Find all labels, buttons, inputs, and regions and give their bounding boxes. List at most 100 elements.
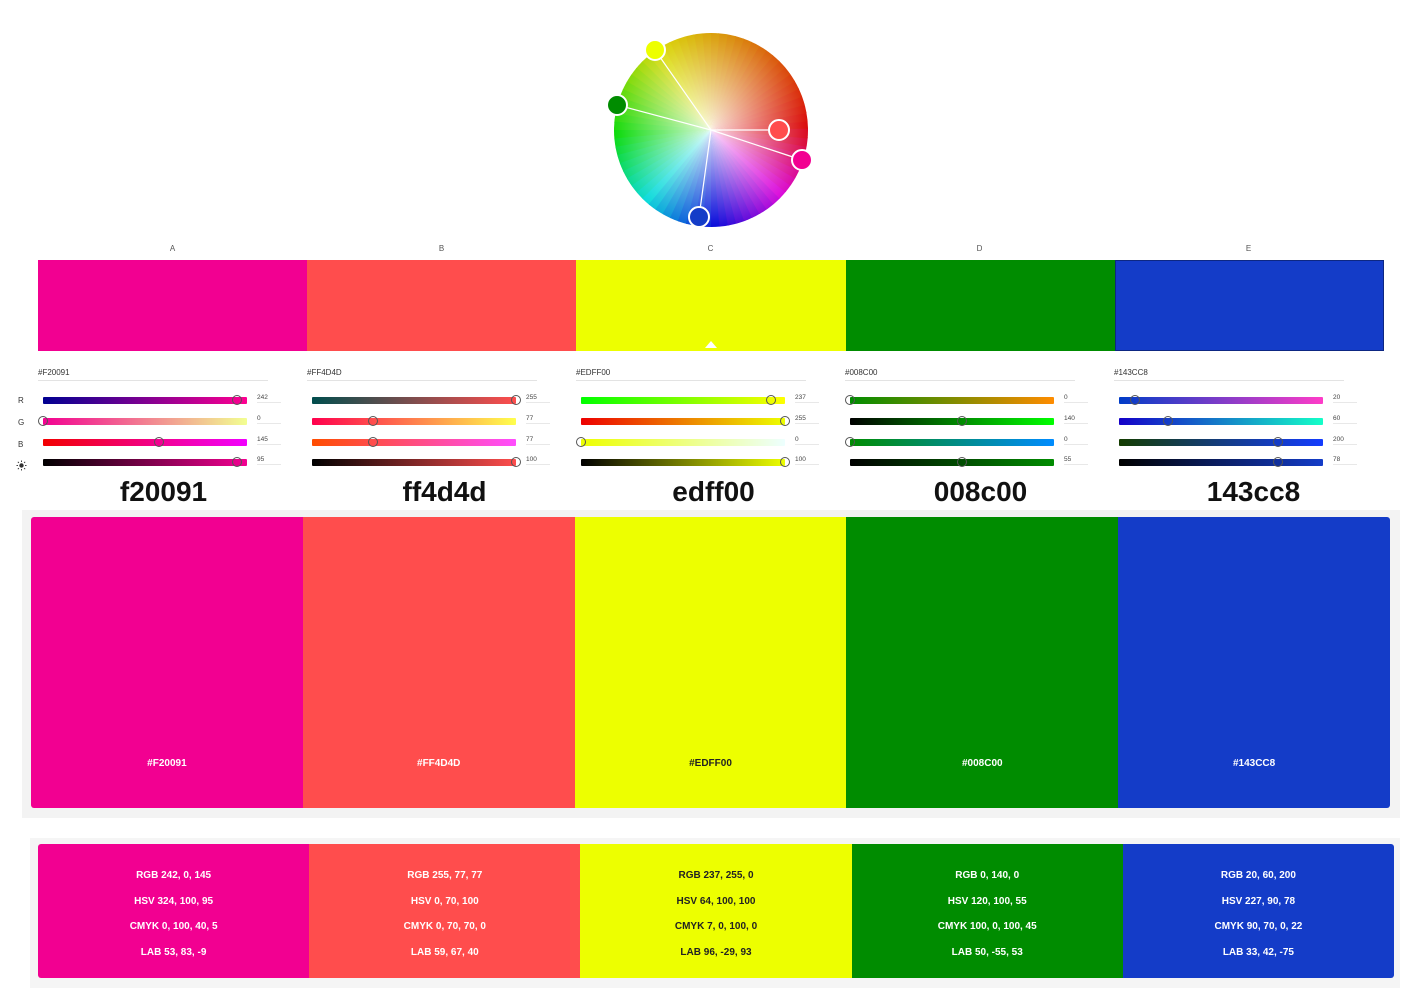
slider-thumb[interactable] xyxy=(780,416,790,426)
r-value-input[interactable]: 237 xyxy=(795,394,819,403)
b-value-input[interactable]: 0 xyxy=(795,436,819,445)
color-editor-c: #EDFF00 237 255 0 100 xyxy=(576,366,836,476)
r-slider[interactable] xyxy=(312,395,521,405)
hex-input[interactable]: #F20091 xyxy=(38,366,268,381)
wheel-handle-d[interactable] xyxy=(606,94,628,116)
swatch-a[interactable] xyxy=(38,260,308,351)
wheel-handle-e[interactable] xyxy=(688,206,710,228)
row-label-r: R xyxy=(18,396,24,405)
g-value-input[interactable]: 140 xyxy=(1064,415,1088,424)
palette-color-e[interactable]: #143CC8 xyxy=(1118,517,1390,808)
cmyk-value: CMYK 0, 70, 70, 0 xyxy=(403,921,486,932)
g-slider[interactable] xyxy=(1119,416,1323,426)
brightness-value-input[interactable]: 95 xyxy=(257,456,281,465)
hex-input[interactable]: #FF4D4D xyxy=(307,366,537,381)
slider-thumb[interactable] xyxy=(765,395,776,405)
cmyk-value: CMYK 7, 0, 100, 0 xyxy=(674,921,758,932)
slider-thumb[interactable] xyxy=(1273,437,1284,447)
lab-value: LAB 59, 67, 40 xyxy=(410,947,479,958)
brightness-value-input[interactable]: 78 xyxy=(1333,456,1357,465)
g-value-input[interactable]: 60 xyxy=(1333,415,1357,424)
r-value-input[interactable]: 255 xyxy=(526,394,550,403)
g-slider[interactable] xyxy=(38,416,247,426)
brightness-value-input[interactable]: 55 xyxy=(1064,456,1088,465)
b-value-input[interactable]: 0 xyxy=(1064,436,1088,445)
r-value-input[interactable]: 242 xyxy=(257,394,281,403)
hex-title-d: 008c00 xyxy=(933,476,1028,507)
g-value-input[interactable]: 77 xyxy=(526,415,550,424)
r-value-input[interactable]: 0 xyxy=(1064,394,1088,403)
slider-thumb[interactable] xyxy=(511,457,521,467)
brightness-value-input[interactable]: 100 xyxy=(526,456,550,465)
slider-thumb[interactable] xyxy=(1273,457,1284,467)
wheel-handle-c[interactable] xyxy=(644,39,666,61)
g-value-input[interactable]: 0 xyxy=(257,415,281,424)
slider-thumb[interactable] xyxy=(780,457,790,467)
brightness-slider[interactable] xyxy=(850,457,1054,467)
r-slider[interactable] xyxy=(1119,395,1323,405)
slider-thumb[interactable] xyxy=(957,416,968,426)
wheel-handle-a[interactable] xyxy=(791,149,813,171)
b-value-input[interactable]: 145 xyxy=(257,436,281,445)
slider-thumb[interactable] xyxy=(231,395,242,405)
cmyk-value: CMYK 90, 70, 0, 22 xyxy=(1214,921,1303,932)
b-slider[interactable] xyxy=(576,437,785,447)
selected-swatch-caret xyxy=(705,341,717,348)
slider-thumb[interactable] xyxy=(511,395,521,405)
palette-color-c[interactable]: #EDFF00 xyxy=(574,517,847,808)
slider-thumb[interactable] xyxy=(154,437,165,447)
slider-thumb[interactable] xyxy=(1162,416,1173,426)
r-slider[interactable] xyxy=(845,395,1054,405)
color-wheel[interactable] xyxy=(600,30,820,240)
hex-input[interactable]: #EDFF00 xyxy=(576,366,806,381)
b-slider[interactable] xyxy=(312,437,516,447)
column-label-a: A xyxy=(169,244,176,253)
rgb-value: RGB 0, 140, 0 xyxy=(955,870,1020,881)
brightness-value-input[interactable]: 100 xyxy=(795,456,819,465)
b-slider[interactable] xyxy=(845,437,1054,447)
r-slider[interactable] xyxy=(581,395,785,405)
swatch-d[interactable] xyxy=(845,260,1115,351)
hex-title-e: 143cc8 xyxy=(1206,476,1301,507)
r-value-input[interactable]: 20 xyxy=(1333,394,1357,403)
b-value-input[interactable]: 200 xyxy=(1333,436,1357,445)
swatch-e[interactable] xyxy=(1114,260,1385,351)
slider-thumb[interactable] xyxy=(845,437,855,447)
slider-thumb[interactable] xyxy=(957,457,968,467)
slider-thumb[interactable] xyxy=(1130,395,1141,405)
column-label-c: C xyxy=(707,244,714,253)
palette-color-b[interactable]: #FF4D4D xyxy=(302,517,575,808)
slider-thumb[interactable] xyxy=(845,395,855,405)
palette-color-d[interactable]: #008C00 xyxy=(846,517,1119,808)
swatch-b[interactable] xyxy=(307,260,577,351)
lab-value: LAB 53, 83, -9 xyxy=(140,947,207,958)
hex-input[interactable]: #008C00 xyxy=(845,366,1075,381)
g-slider[interactable] xyxy=(581,416,790,426)
brightness-slider[interactable] xyxy=(581,457,790,467)
brightness-slider[interactable] xyxy=(312,457,521,467)
g-slider[interactable] xyxy=(312,416,516,426)
rgb-value: RGB 237, 255, 0 xyxy=(678,870,754,881)
hex-input[interactable]: #143CC8 xyxy=(1114,366,1344,381)
brightness-slider[interactable] xyxy=(1119,457,1323,467)
r-slider[interactable] xyxy=(43,395,247,405)
slider-thumb[interactable] xyxy=(368,416,379,426)
b-slider[interactable] xyxy=(1119,437,1323,447)
brightness-slider[interactable] xyxy=(43,457,247,467)
color-editor-b: #FF4D4D 255 77 77 100 xyxy=(307,366,567,476)
swatch-c[interactable] xyxy=(576,260,846,351)
slider-thumb[interactable] xyxy=(38,416,48,426)
slider-thumb[interactable] xyxy=(368,437,379,447)
b-slider[interactable] xyxy=(43,437,247,447)
palette-color-a[interactable]: #F20091 xyxy=(31,517,303,808)
slider-thumb[interactable] xyxy=(231,457,242,467)
g-value-input[interactable]: 255 xyxy=(795,415,819,424)
wheel-handle-b[interactable] xyxy=(768,119,790,141)
slider-thumb[interactable] xyxy=(576,437,586,447)
info-card-e: RGB 20, 60, 200 HSV 227, 90, 78 CMYK 90,… xyxy=(1122,844,1395,978)
color-info-strip: RGB 242, 0, 145 HSV 324, 100, 95 CMYK 0,… xyxy=(38,844,1395,978)
rgb-value: RGB 242, 0, 145 xyxy=(136,870,212,881)
b-value-input[interactable]: 77 xyxy=(526,436,550,445)
g-slider[interactable] xyxy=(850,416,1054,426)
row-label-b: B xyxy=(18,440,24,449)
